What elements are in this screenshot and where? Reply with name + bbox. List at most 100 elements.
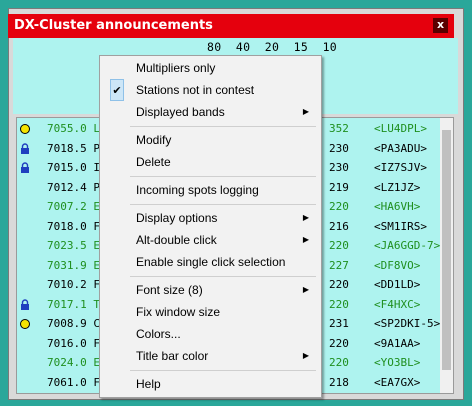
moon-icon	[19, 357, 31, 369]
spot-time: 220	[329, 278, 349, 291]
menu-item-display-options[interactable]: Display options ▶	[100, 207, 319, 229]
spot-time: 216	[329, 219, 349, 233]
menu-item-delete[interactable]: Delete	[100, 151, 319, 173]
spot-frequency: 7018.5 P	[47, 141, 100, 155]
spot-spotter-call: <JA6GGD-7>	[374, 239, 441, 252]
menu-item-fix-window-size[interactable]: Fix window size	[100, 301, 319, 323]
spot-time: 352	[329, 122, 349, 135]
menu-separator	[130, 176, 316, 177]
window-title: DX-Cluster announcements	[14, 18, 213, 33]
menu-item-label: Delete	[136, 155, 171, 169]
circle-icon	[19, 123, 31, 135]
menu-item-label: Fix window size	[136, 305, 221, 319]
menu-item-label: Colors...	[136, 327, 181, 341]
spot-spotter-call: <SM1IRS>	[374, 219, 427, 233]
menu-separator	[130, 276, 316, 277]
scrollbar[interactable]	[440, 118, 453, 393]
menu-item-modify[interactable]: Modify	[100, 129, 319, 151]
menu-item-label: Incoming spots logging	[136, 183, 259, 197]
spot-spotter-call: <EA7GX>	[374, 375, 421, 389]
menu-item-help[interactable]: Help	[100, 373, 319, 395]
moon-icon	[19, 221, 31, 233]
submenu-arrow-icon: ▶	[302, 213, 309, 222]
spot-frequency: 7023.5 E	[47, 239, 100, 252]
menu-item-title-bar-color[interactable]: Title bar color ▶	[100, 345, 319, 367]
lock-icon	[19, 142, 31, 155]
spot-spotter-call: <LZ1JZ>	[374, 180, 421, 194]
lock-icon	[19, 162, 31, 174]
menu-item-enable-single-click-selection[interactable]: Enable single click selection	[100, 251, 319, 273]
spot-spotter-call: <F4HXC>	[374, 297, 421, 311]
spot-time: 231	[329, 317, 349, 330]
menu-item-incoming-spots-logging[interactable]: Incoming spots logging	[100, 179, 319, 201]
menu-separator	[130, 126, 316, 127]
menu-item-label: Alt-double click	[136, 233, 217, 247]
band-labels: 80 40 20 15 10	[207, 40, 338, 54]
spot-time: 227	[329, 258, 349, 272]
spot-spotter-call: <SP2DKI-5>	[374, 317, 441, 330]
submenu-arrow-icon: ▶	[302, 351, 309, 360]
lock-icon	[19, 298, 31, 311]
menu-item-label: Font size (8)	[136, 283, 203, 297]
close-button[interactable]: x	[433, 18, 448, 33]
spot-frequency: 7031.9 E	[47, 258, 100, 272]
moon-icon	[19, 338, 31, 350]
menu-item-label: Enable single click selection	[136, 255, 286, 269]
spot-spotter-call: <DF8VO>	[374, 258, 421, 272]
context-menu: Multipliers only ✔ Stations not in contest…	[99, 55, 322, 398]
menu-item-font-size-8[interactable]: Font size (8) ▶	[100, 279, 319, 301]
spot-frequency: 7024.0 E	[47, 356, 100, 369]
menu-item-label: Displayed bands	[136, 105, 225, 119]
menu-item-label: Display options	[136, 211, 218, 225]
spot-frequency: 7055.0 L	[47, 122, 100, 135]
spot-time: 218	[329, 375, 349, 389]
spot-spotter-call: <PA3ADU>	[374, 141, 427, 155]
moon-icon	[19, 240, 31, 252]
spot-spotter-call: <HA6VH>	[374, 200, 421, 213]
submenu-arrow-icon: ▶	[302, 235, 309, 244]
spot-spotter-call: <DD1LD>	[374, 278, 421, 291]
menu-item-label: Modify	[136, 133, 172, 147]
menu-separator	[130, 204, 316, 205]
moon-icon	[19, 260, 31, 272]
spot-time: 220	[329, 297, 349, 311]
menu-separator	[130, 370, 316, 371]
menu-item-label: Stations not in contest	[136, 83, 255, 97]
submenu-arrow-icon: ▶	[302, 107, 309, 116]
spot-time: 230	[329, 161, 349, 174]
spot-frequency: 7017.1 T	[47, 297, 100, 311]
submenu-arrow-icon: ▶	[302, 285, 309, 294]
menu-item-alt-double-click[interactable]: Alt-double click ▶	[100, 229, 319, 251]
title-bar[interactable]: DX-Cluster announcements x	[8, 14, 454, 38]
spot-frequency: 7010.2 F	[47, 278, 100, 291]
spot-time: 220	[329, 336, 349, 350]
spot-spotter-call: <IZ7SJV>	[374, 161, 427, 174]
spot-frequency: 7008.9 C	[47, 317, 100, 330]
menu-item-colors[interactable]: Colors...	[100, 323, 319, 345]
menu-item-label: Multipliers only	[136, 61, 216, 75]
scrollbar-thumb[interactable]	[442, 130, 451, 370]
spot-frequency: 7012.4 P	[47, 180, 100, 194]
menu-item-displayed-bands[interactable]: Displayed bands ▶	[100, 101, 319, 123]
moon-icon	[19, 201, 31, 213]
menu-item-stations-not-in-contest[interactable]: ✔ Stations not in contest	[100, 79, 319, 101]
circle-icon	[19, 318, 31, 330]
spot-time: 220	[329, 356, 349, 369]
moon-icon	[19, 377, 31, 389]
menu-item-label: Help	[136, 377, 161, 391]
spot-spotter-call: <LU4DPL>	[374, 122, 427, 135]
spot-frequency: 7018.0 F	[47, 219, 100, 233]
menu-item-label: Title bar color	[136, 349, 209, 363]
spot-frequency: 7061.0 F	[47, 375, 100, 389]
moon-icon	[19, 182, 31, 194]
check-icon: ✔	[110, 79, 124, 101]
menu-item-multipliers-only[interactable]: Multipliers only	[100, 57, 319, 79]
spot-spotter-call: <YO3BL>	[374, 356, 421, 369]
spot-time: 230	[329, 141, 349, 155]
spot-time: 220	[329, 239, 349, 252]
spot-time: 219	[329, 180, 349, 194]
spot-frequency: 7016.0 F	[47, 336, 100, 350]
moon-icon	[19, 279, 31, 291]
spot-spotter-call: <9A1AA>	[374, 336, 421, 350]
spot-time: 220	[329, 200, 349, 213]
